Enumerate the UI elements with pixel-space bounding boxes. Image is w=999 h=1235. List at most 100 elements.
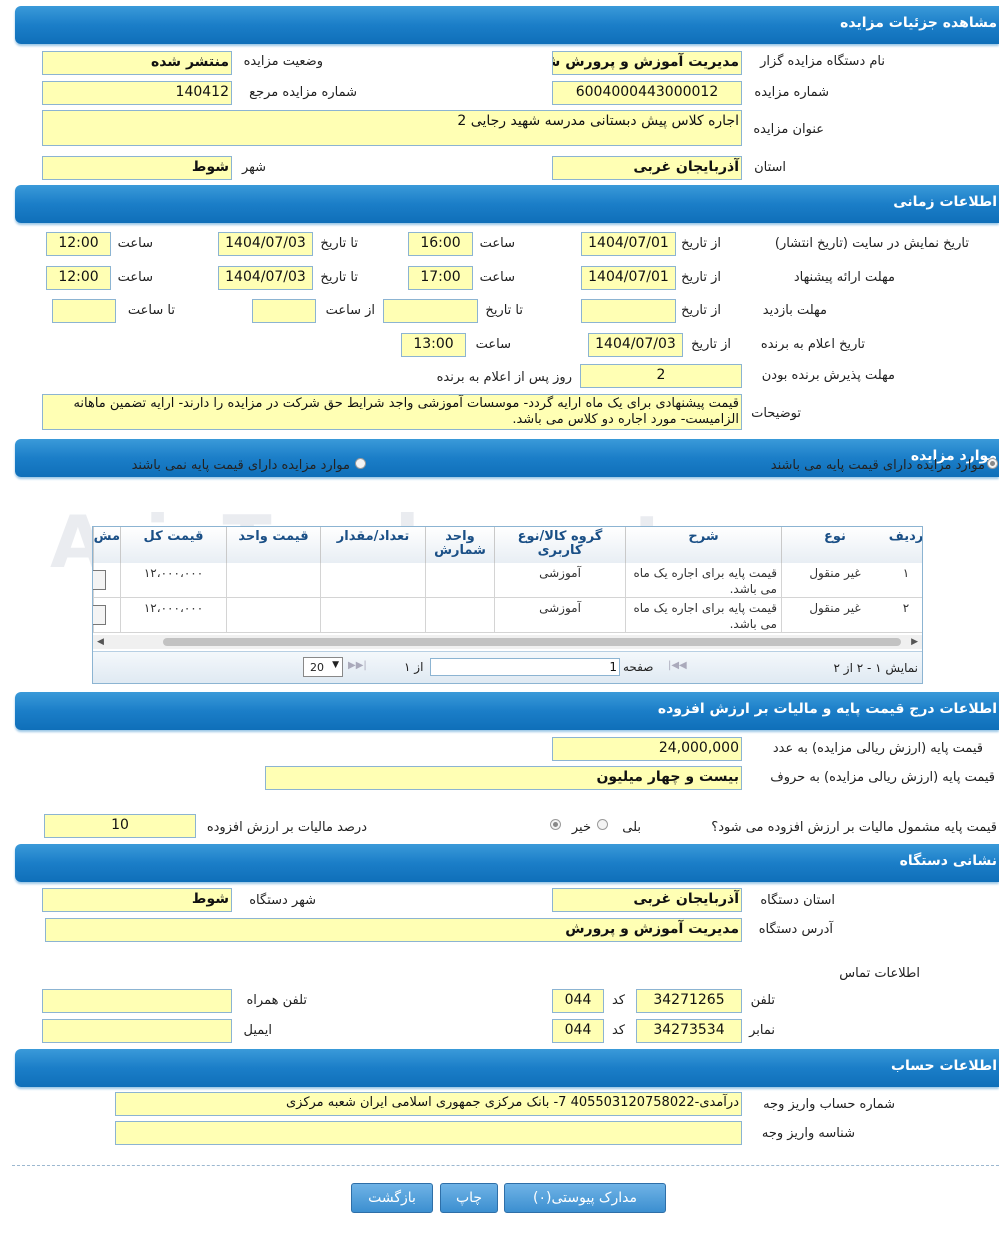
mobile-label: تلفن همراه <box>246 993 308 1008</box>
page-label: صفحه <box>623 660 654 674</box>
row-action-button[interactable] <box>93 570 106 590</box>
org-city-field: شوط <box>42 888 232 912</box>
hour-label: ساعت <box>479 270 515 285</box>
city-label: شهر <box>241 160 266 175</box>
section-title: نشانی دستگاه <box>899 853 997 869</box>
base-price-words-field: بیست و چهار میلیون <box>265 766 742 790</box>
vat-percent-label: درصد مالیات بر ارزش افزوده <box>206 820 367 835</box>
section-header-address: نشانی دستگاه <box>15 844 999 882</box>
col-header-group[interactable]: گروه کالا/نوع کاربری <box>494 527 625 563</box>
fax-field: 34273534 <box>636 1019 742 1043</box>
table-cell-unit-price <box>226 563 320 598</box>
accept-days-field: 2 <box>580 364 742 388</box>
page-size-select[interactable]: 20 ▼ <box>303 657 343 677</box>
ref-number-field: 140412 <box>42 81 232 105</box>
org-city-label: شهر دستگاه <box>249 893 316 908</box>
section-header-details: مشاهده جزئیات مزایده <box>15 6 999 44</box>
publish-from-field: 1404/07/01 <box>581 232 676 256</box>
vat-no-label: خیر <box>571 820 591 835</box>
org-province-field: آذربایجان غربی <box>552 888 742 912</box>
row-action-button[interactable] <box>93 605 106 625</box>
table-cell-desc: قیمت پایه برای اجاره یک ماه می باشد. <box>625 563 781 598</box>
province-label: استان <box>754 160 786 175</box>
hour-label: ساعت <box>117 270 153 285</box>
section-title: اطلاعات درج قیمت پایه و مالیات بر ارزش ا… <box>657 701 997 717</box>
table-cell-unit <box>425 563 494 598</box>
col-header-unit[interactable]: واحد شمارش <box>425 527 494 563</box>
col-header-row[interactable]: ردیف <box>888 527 922 563</box>
col-header-qty[interactable]: تعداد/مقدار <box>320 527 425 563</box>
horizontal-scrollbar[interactable]: ◀ ▶ <box>93 635 922 649</box>
contact-info-label: اطلاعات تماس <box>839 966 920 981</box>
radio-without-base-price-label: موارد مزایده دارای قیمت پایه نمی باشند <box>131 458 350 473</box>
city-field: شوط <box>42 156 232 180</box>
next-page-icon[interactable]: ▶▶| <box>348 660 367 671</box>
vat-question-label: قیمت پایه مشمول مالیات بر ارزش افزوده می… <box>711 820 997 835</box>
items-grid: ردیف نوع شرح گروه کالا/نوع کاربری واحد ش… <box>92 526 923 684</box>
table-cell-unit <box>425 598 494 633</box>
grid-pager: نمایش ۱ - ۲ از ۲ |◀◀ صفحه 1 از ۱ ▶▶| 20 … <box>93 651 922 683</box>
section-header-base-price: اطلاعات درج قیمت پایه و مالیات بر ارزش ا… <box>15 692 999 730</box>
to-date-label: تا تاریخ <box>320 270 358 285</box>
org-address-label: آدرس دستگاه <box>758 922 833 937</box>
scroll-thumb[interactable] <box>163 638 901 646</box>
announce-label: تاریخ اعلام به برنده <box>760 337 865 352</box>
table-cell-idx: ۱ <box>888 563 922 598</box>
publish-to-field: 1404/07/03 <box>218 232 313 256</box>
col-header-unit-price[interactable]: قیمت واحد <box>226 527 320 563</box>
offer-label: مهلت ارائه پیشنهاد <box>793 270 895 285</box>
status-field: منتشر شده <box>42 51 232 75</box>
col-header-desc[interactable]: شرح <box>625 527 781 563</box>
visit-to-field <box>383 299 478 323</box>
page-of-label: از ۱ <box>404 660 424 674</box>
from-date-label: از تاریخ <box>691 337 731 352</box>
announce-date-field: 1404/07/03 <box>588 333 683 357</box>
section-title: اطلاعات زمانی <box>893 194 997 210</box>
visit-from-time-field <box>252 299 316 323</box>
section-header-time: اطلاعات زمانی <box>15 185 999 223</box>
attachments-button[interactable]: مدارک پیوستی(۰) <box>504 1183 666 1213</box>
email-label: ایمیل <box>243 1023 272 1038</box>
announce-time-field: 13:00 <box>401 333 466 357</box>
description-label: توضیحات <box>751 406 801 421</box>
offer-to-time-field: 12:00 <box>46 266 111 290</box>
back-button[interactable]: بازگشت <box>351 1183 433 1213</box>
fax-code-label: کد <box>611 1023 625 1038</box>
scroll-right-icon[interactable]: ▶ <box>911 637 918 647</box>
print-button[interactable]: چاپ <box>440 1183 498 1213</box>
table-cell-qty <box>320 598 425 633</box>
account-number-field: درآمدی-405503120758022 7- بانک مرکزی جمه… <box>115 1092 742 1116</box>
section-title: اطلاعات حساب <box>890 1058 997 1074</box>
first-page-icon[interactable]: |◀◀ <box>668 660 687 671</box>
col-header-total[interactable]: قیمت کل <box>120 527 226 563</box>
base-price-num-field: 24,000,000 <box>552 737 742 761</box>
deposit-id-label: شناسه واریز وجه <box>761 1126 855 1141</box>
pager-showing: نمایش ۱ - ۲ از ۲ <box>833 661 918 675</box>
org-address-field: مدیریت آموزش و پرورش <box>45 918 742 942</box>
section-title: مشاهده جزئیات مزایده <box>840 15 997 31</box>
table-cell-type: غیر منقول <box>781 563 888 598</box>
vat-no-radio[interactable] <box>550 819 561 830</box>
ref-number-label: شماره مزایده مرجع <box>249 85 357 100</box>
offer-to-field: 1404/07/03 <box>218 266 313 290</box>
scroll-left-icon[interactable]: ◀ <box>97 637 104 647</box>
table-cell-idx: ۲ <box>888 598 922 633</box>
offer-from-field: 1404/07/01 <box>581 266 676 290</box>
col-header-type[interactable]: نوع <box>781 527 888 563</box>
from-hour-label: از ساعت <box>325 303 375 318</box>
base-price-words-label: قیمت پایه (ارزش ریالی مزایده) به حروف <box>770 770 995 785</box>
col-header-extra[interactable]: مش <box>93 527 120 563</box>
table-cell-total: ۱۲،۰۰۰،۰۰۰ <box>120 598 226 633</box>
table-cell-extra <box>93 598 120 633</box>
divider <box>12 1165 999 1166</box>
radio-with-base-price[interactable] <box>987 458 998 469</box>
publish-to-time-field: 12:00 <box>46 232 111 256</box>
vat-yes-radio[interactable] <box>597 819 608 830</box>
visit-label: مهلت بازدید <box>762 303 827 318</box>
status-label: وضعیت مزایده <box>243 54 323 69</box>
from-date-label: از تاریخ <box>681 270 721 285</box>
page-input[interactable]: 1 <box>430 658 620 676</box>
vat-yes-label: بلی <box>622 820 641 835</box>
table-cell-total: ۱۲،۰۰۰،۰۰۰ <box>120 563 226 598</box>
radio-without-base-price[interactable] <box>355 458 366 469</box>
